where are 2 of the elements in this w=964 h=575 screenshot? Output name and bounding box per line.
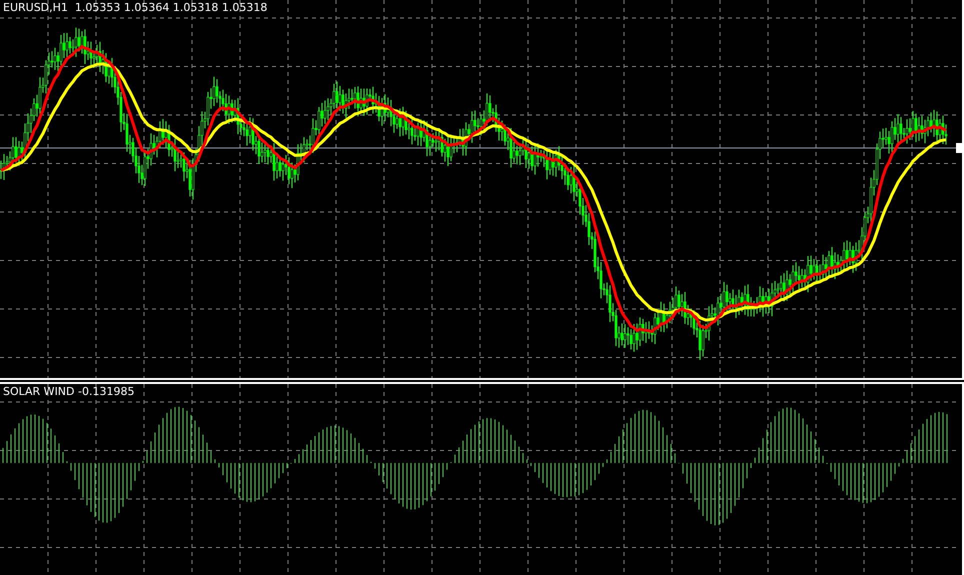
indicator-label: SOLAR WIND -0.131985 bbox=[3, 385, 134, 399]
symbol-quote-label: EURUSD,H1 1.05353 1.05364 1.05318 1.05318 bbox=[3, 1, 268, 15]
